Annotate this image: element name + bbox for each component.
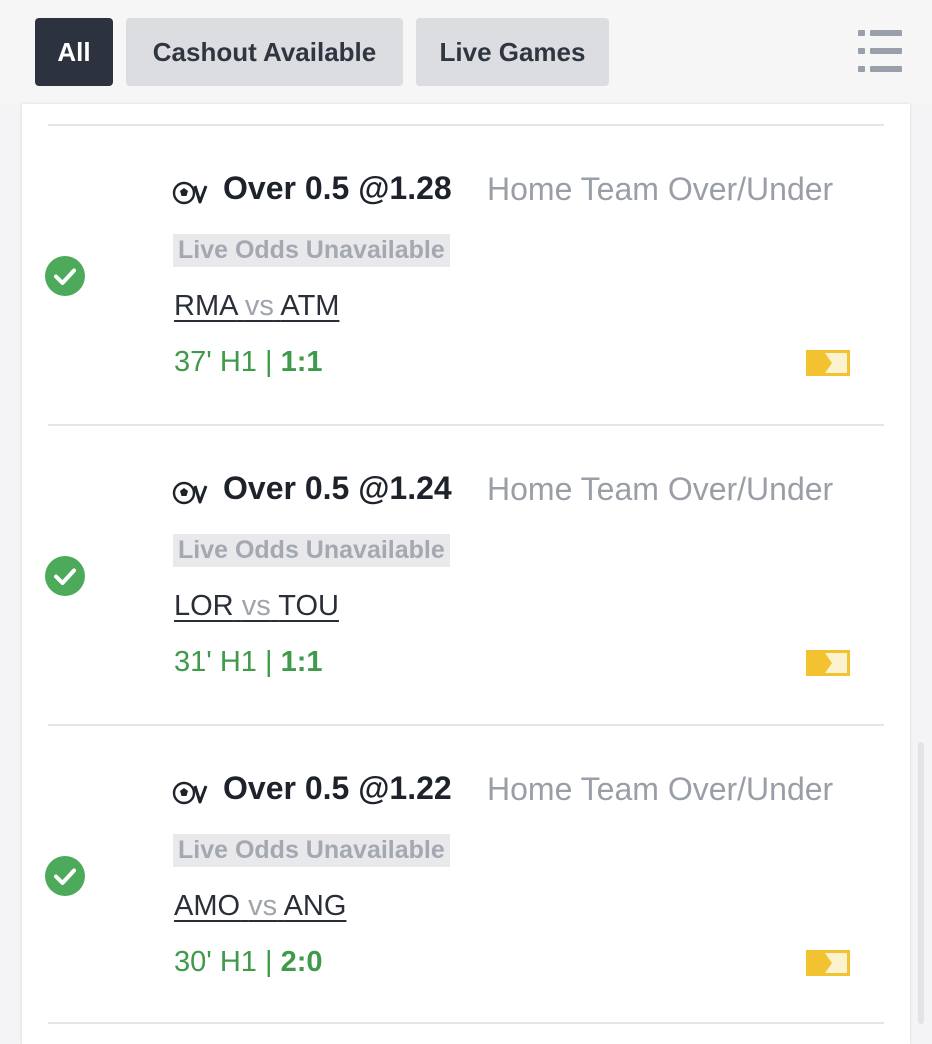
away-team: ANG	[283, 890, 347, 922]
soccer-virtual-icon	[172, 481, 208, 505]
match-score: 1:1	[280, 346, 323, 378]
match-score: 2:0	[280, 946, 323, 978]
ticket-tag-icon[interactable]	[806, 350, 850, 376]
check-circle-icon	[45, 256, 85, 296]
bet-selection: Over 0.5 @1.22	[223, 770, 452, 806]
home-team: AMO	[174, 890, 241, 922]
check-circle-icon	[45, 556, 85, 596]
filter-cashout-chip[interactable]: Cashout Available	[126, 18, 403, 86]
match-teams-link[interactable]: LOR vs TOU	[174, 590, 339, 623]
bet-selection: Over 0.5 @1.28	[223, 170, 452, 206]
odds-status-badge: Live Odds Unavailable	[173, 534, 450, 567]
odds-status-badge: Live Odds Unavailable	[173, 834, 450, 867]
match-status: 30' H1 | 2:0	[174, 946, 323, 979]
odds-status-badge: Live Odds Unavailable	[173, 234, 450, 267]
bet-market: Home Team Over/Under	[487, 171, 834, 207]
bet-market: Home Team Over/Under	[487, 471, 834, 507]
soccer-virtual-icon	[172, 781, 208, 805]
ticket-tag-icon[interactable]	[806, 650, 850, 676]
vs-label: vs	[241, 590, 271, 622]
bet-list: Over 0.5 @1.28 Home Team Over/Under Live…	[22, 104, 910, 1044]
match-status: 31' H1 | 1:1	[174, 646, 323, 679]
ticket-tag-icon[interactable]	[806, 950, 850, 976]
bet-item[interactable]: Over 0.5 @1.22 Home Team Over/Under Live…	[22, 724, 910, 1024]
vs-label: vs	[248, 890, 278, 922]
filter-live-games-chip[interactable]: Live Games	[416, 18, 609, 86]
bet-item[interactable]: Over 0.5 @1.28 Home Team Over/Under Live…	[22, 124, 910, 424]
list-menu-icon[interactable]	[858, 30, 902, 72]
match-time: 31' H1 |	[174, 646, 281, 678]
bet-selection: Over 0.5 @1.24	[223, 470, 452, 506]
vs-label: vs	[244, 290, 274, 322]
match-score: 1:1	[280, 646, 323, 678]
away-team: TOU	[278, 590, 339, 622]
home-team: LOR	[174, 590, 234, 622]
match-teams-link[interactable]: RMA vs ATM	[174, 290, 339, 323]
match-time: 30' H1 |	[174, 946, 281, 978]
filter-all-chip[interactable]: All	[35, 18, 113, 86]
filter-bar: All Cashout Available Live Games	[0, 0, 932, 104]
home-team: RMA	[174, 290, 237, 322]
match-status: 37' H1 | 1:1	[174, 346, 323, 379]
match-time: 37' H1 |	[174, 346, 281, 378]
scrollbar[interactable]	[918, 742, 924, 1024]
soccer-virtual-icon	[172, 181, 208, 205]
check-circle-icon	[45, 856, 85, 896]
bet-market: Home Team Over/Under	[487, 771, 834, 807]
bet-item[interactable]: Over 0.5 @1.24 Home Team Over/Under Live…	[22, 424, 910, 724]
match-teams-link[interactable]: AMO vs ANG	[174, 890, 346, 923]
away-team: ATM	[280, 290, 340, 322]
